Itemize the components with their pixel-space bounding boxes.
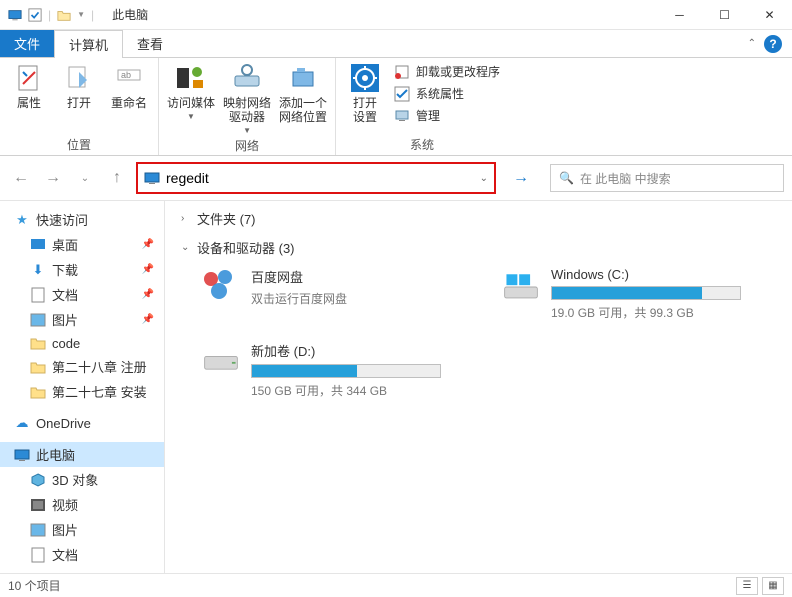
- rename-button[interactable]: ab 重命名: [108, 62, 150, 110]
- star-icon: ★: [14, 212, 30, 228]
- properties-button[interactable]: 属性: [8, 62, 50, 110]
- sidebar-this-pc[interactable]: 此电脑: [0, 442, 164, 467]
- search-placeholder: 在 此电脑 中搜索: [580, 170, 671, 187]
- sidebar-videos[interactable]: 视频: [0, 492, 164, 517]
- chevron-down-icon: ⌄: [181, 242, 191, 253]
- folder-icon[interactable]: [57, 8, 71, 22]
- address-dropdown-icon[interactable]: ⌄: [480, 173, 488, 184]
- pc-icon: [14, 447, 30, 463]
- pin-icon: 📌: [142, 239, 160, 250]
- tab-computer[interactable]: 计算机: [54, 30, 123, 58]
- svg-text:ab: ab: [121, 70, 131, 80]
- map-drive-button[interactable]: 映射网络 驱动器 ▼: [223, 62, 271, 135]
- folder-icon: [30, 384, 46, 400]
- system-properties-button[interactable]: 系统属性: [394, 84, 500, 104]
- group-network-label: 网络: [167, 135, 327, 154]
- drive-c[interactable]: Windows (C:) 19.0 GB 可用，共 99.3 GB: [501, 267, 761, 321]
- group-system-label: 系统: [344, 134, 500, 153]
- open-settings-button[interactable]: 打开 设置: [344, 62, 386, 124]
- devices-section-header[interactable]: ⌄ 设备和驱动器 (3): [181, 238, 776, 257]
- drive-icon: [201, 341, 241, 381]
- sidebar-pictures[interactable]: 图片📌: [0, 307, 164, 332]
- cloud-icon: ☁: [14, 415, 30, 431]
- picture-icon: [30, 522, 46, 538]
- sidebar-onedrive[interactable]: ☁OneDrive: [0, 412, 164, 434]
- sidebar-ch28[interactable]: 第二十八章 注册: [0, 354, 164, 379]
- drive-d[interactable]: 新加卷 (D:) 150 GB 可用，共 344 GB: [201, 341, 461, 399]
- pc-icon: [144, 170, 160, 186]
- picture-icon: [30, 312, 46, 328]
- view-icons-button[interactable]: ▦: [762, 577, 784, 595]
- tab-view[interactable]: 查看: [123, 30, 177, 57]
- uninstall-button[interactable]: 卸载或更改程序: [394, 62, 500, 82]
- access-media-button[interactable]: 访问媒体 ▼: [167, 62, 215, 121]
- address-input[interactable]: [166, 170, 474, 186]
- drive-icon: [501, 267, 541, 307]
- video-icon: [30, 497, 46, 513]
- navigation-pane: ★ 快速访问 桌面📌 ⬇下载📌 文档📌 图片📌 code 第二十八章 注册 第二…: [0, 201, 165, 573]
- window-title: 此电脑: [112, 6, 148, 23]
- pin-icon: 📌: [142, 314, 160, 325]
- folders-section-header[interactable]: › 文件夹 (7): [181, 209, 776, 228]
- sidebar-code[interactable]: code: [0, 332, 164, 354]
- download-icon: ⬇: [30, 262, 46, 278]
- address-bar[interactable]: ⌄: [136, 162, 496, 194]
- sidebar-quick-access[interactable]: ★ 快速访问: [0, 207, 164, 232]
- sidebar-documents2[interactable]: 文档: [0, 542, 164, 567]
- dropdown-icon[interactable]: ▼: [77, 10, 85, 19]
- usage-bar: [551, 286, 741, 300]
- help-icon[interactable]: ?: [764, 35, 782, 53]
- collapse-ribbon-icon[interactable]: ⌃: [748, 38, 756, 49]
- up-button[interactable]: ↑: [104, 165, 130, 191]
- minimize-button[interactable]: ─: [657, 0, 702, 30]
- search-icon: 🔍: [559, 171, 574, 185]
- sidebar-documents[interactable]: 文档📌: [0, 282, 164, 307]
- item-count: 10 个项目: [8, 577, 61, 594]
- open-button[interactable]: 打开: [58, 62, 100, 110]
- folder-icon: [30, 359, 46, 375]
- document-icon: [30, 547, 46, 563]
- close-button[interactable]: ✕: [747, 0, 792, 30]
- baidu-icon: [201, 267, 241, 307]
- view-details-button[interactable]: ☰: [736, 577, 758, 595]
- chevron-right-icon: ›: [181, 213, 191, 224]
- search-box[interactable]: 🔍 在 此电脑 中搜索: [550, 164, 784, 192]
- desktop-icon: [30, 237, 46, 253]
- divider: |: [48, 8, 51, 22]
- add-location-button[interactable]: 添加一个 网络位置: [279, 62, 327, 124]
- sidebar-ch27[interactable]: 第二十七章 安装: [0, 379, 164, 404]
- folder-icon: [30, 335, 46, 351]
- cube-icon: [30, 472, 46, 488]
- pin-icon: 📌: [142, 264, 160, 275]
- sidebar-pictures2[interactable]: 图片: [0, 517, 164, 542]
- pin-icon: 📌: [142, 289, 160, 300]
- sidebar-downloads[interactable]: ⬇下载📌: [0, 257, 164, 282]
- sidebar-desktop[interactable]: 桌面📌: [0, 232, 164, 257]
- content-pane: › 文件夹 (7) ⌄ 设备和驱动器 (3) 百度网盘 双击运行百度网盘 Win…: [165, 201, 792, 573]
- document-icon: [30, 287, 46, 303]
- maximize-button[interactable]: ☐: [702, 0, 747, 30]
- group-location-label: 位置: [8, 134, 150, 153]
- go-button[interactable]: →: [508, 165, 534, 191]
- tab-file[interactable]: 文件: [0, 30, 54, 57]
- pc-icon: [8, 8, 22, 22]
- drive-baidu[interactable]: 百度网盘 双击运行百度网盘: [201, 267, 461, 321]
- back-button[interactable]: ←: [8, 165, 34, 191]
- divider: |: [91, 8, 94, 22]
- usage-bar: [251, 364, 441, 378]
- recent-dropdown[interactable]: ⌄: [72, 165, 98, 191]
- checkbox-icon[interactable]: [28, 8, 42, 22]
- forward-button[interactable]: →: [40, 165, 66, 191]
- sidebar-3d-objects[interactable]: 3D 对象: [0, 467, 164, 492]
- manage-button[interactable]: 管理: [394, 106, 500, 126]
